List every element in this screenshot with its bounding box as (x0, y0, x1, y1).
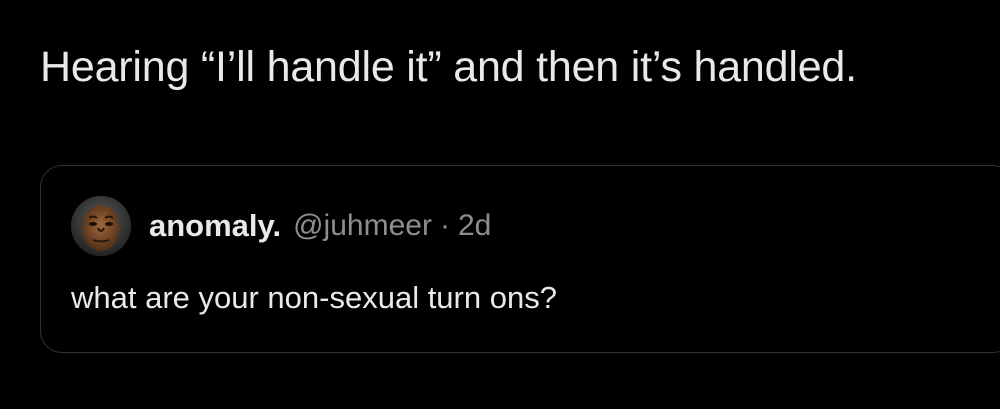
quoted-post-header: anomaly. @juhmeer · 2d (71, 196, 491, 256)
post-text: Hearing “I’ll handle it” and then it’s h… (40, 43, 857, 91)
display-name[interactable]: anomaly. (149, 208, 281, 244)
quoted-post-text: what are your non-sexual turn ons? (71, 280, 557, 315)
post: Hearing “I’ll handle it” and then it’s h… (0, 0, 1000, 409)
post-timestamp[interactable]: 2d (458, 209, 491, 243)
avatar-image (71, 196, 131, 256)
user-handle[interactable]: @juhmeer (293, 209, 432, 243)
dot-separator: · (439, 209, 450, 242)
quoted-post-card[interactable]: anomaly. @juhmeer · 2d what are your non… (40, 165, 1000, 353)
user-avatar-icon[interactable] (71, 196, 131, 256)
